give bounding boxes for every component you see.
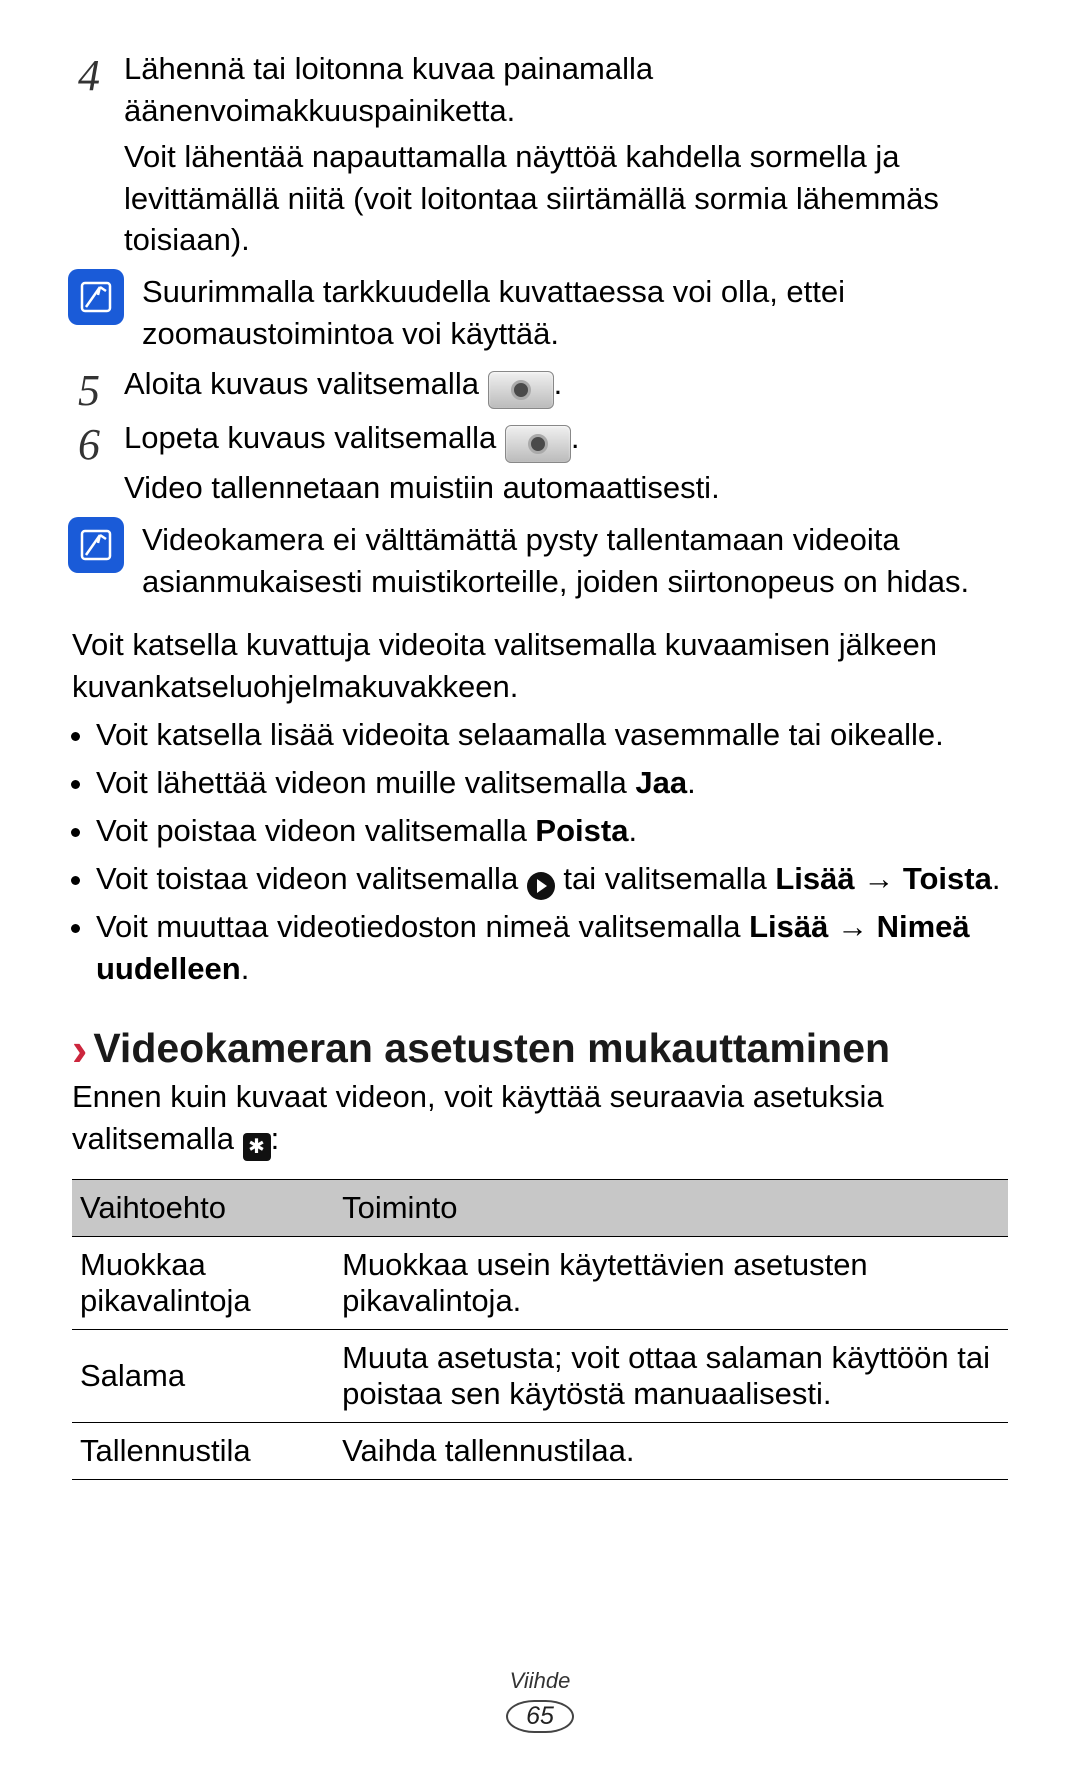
step-6-line-2: Video tallennetaan muistiin automaattise… xyxy=(124,467,1008,509)
table-header: Toiminto xyxy=(334,1180,1008,1237)
text: Voit poistaa videon valitsemalla xyxy=(96,813,535,848)
step-text: Aloita kuvaus valitsemalla . xyxy=(124,363,1008,413)
note-text: Videokamera ei välttämättä pysty tallent… xyxy=(142,517,1008,603)
step-5-post: . xyxy=(554,366,563,401)
heading-text: Videokameran asetusten mukauttaminen xyxy=(93,1025,890,1072)
section-heading: › Videokameran asetusten mukauttaminen xyxy=(72,1025,1008,1072)
record-icon xyxy=(488,371,554,409)
table-cell: Muokkaa usein käytettävien asetusten pik… xyxy=(334,1237,1008,1330)
step-number: 5 xyxy=(72,363,106,413)
play-icon xyxy=(527,872,555,900)
list-item: Voit lähettää videon muille valitsemalla… xyxy=(96,762,1008,804)
text: . xyxy=(992,861,1001,896)
manual-page: 4 Lähennä tai loitonna kuvaa painamalla … xyxy=(0,0,1080,1771)
table-row: Muokkaa pikavalintoja Muokkaa usein käyt… xyxy=(72,1237,1008,1330)
footer-section-label: Viihde xyxy=(0,1668,1080,1694)
text: . xyxy=(687,765,696,800)
bold-text: Poista xyxy=(535,813,628,848)
note-box: Suurimmalla tarkkuudella kuvattaessa voi… xyxy=(72,269,1008,355)
text: . xyxy=(628,813,637,848)
text: Voit lähettää videon muille valitsemalla xyxy=(96,765,635,800)
text: Ennen kuin kuvaat videon, voit käyttää s… xyxy=(72,1079,884,1156)
text: Voit muuttaa videotiedoston nimeä valits… xyxy=(96,909,749,944)
step-5: 5 Aloita kuvaus valitsemalla . xyxy=(72,363,1008,413)
table-cell: Muokkaa pikavalintoja xyxy=(72,1237,334,1330)
step-4-line-2: Voit lähentää napauttamalla näyttöä kahd… xyxy=(124,136,1008,262)
note-text: Suurimmalla tarkkuudella kuvattaessa voi… xyxy=(142,269,1008,355)
step-6-pre: Lopeta kuvaus valitsemalla xyxy=(124,420,505,455)
step-5-pre: Aloita kuvaus valitsemalla xyxy=(124,366,488,401)
list-item: Voit muuttaa videotiedoston nimeä valits… xyxy=(96,906,1008,990)
list-item: Voit katsella lisää videoita selaamalla … xyxy=(96,714,1008,756)
bold-text: Jaa xyxy=(635,765,687,800)
table-cell: Tallennustila xyxy=(72,1423,334,1480)
list-item: Voit toistaa videon valitsemalla tai val… xyxy=(96,858,1008,900)
text: tai valitsemalla xyxy=(563,861,775,896)
arrow: → xyxy=(855,861,903,896)
intro-text: Ennen kuin kuvaat videon, voit käyttää s… xyxy=(72,1076,1008,1161)
record-icon xyxy=(505,425,571,463)
step-number: 6 xyxy=(72,417,106,509)
bullet-list: Voit katsella lisää videoita selaamalla … xyxy=(72,714,1008,989)
page-footer: Viihde 65 xyxy=(0,1668,1080,1733)
table-header-row: Vaihtoehto Toiminto xyxy=(72,1180,1008,1237)
table-row: Tallennustila Vaihda tallennustilaa. xyxy=(72,1423,1008,1480)
text: Voit toistaa videon valitsemalla xyxy=(96,861,527,896)
step-6: 6 Lopeta kuvaus valitsemalla . Video tal… xyxy=(72,417,1008,509)
chevron-icon: › xyxy=(72,1026,87,1072)
settings-table: Vaihtoehto Toiminto Muokkaa pikavalintoj… xyxy=(72,1179,1008,1480)
table-cell: Muuta asetusta; voit ottaa salaman käytt… xyxy=(334,1330,1008,1423)
step-4-line-1: Lähennä tai loitonna kuvaa painamalla ää… xyxy=(124,48,1008,132)
settings-icon: ✱ xyxy=(243,1133,271,1161)
arrow: → xyxy=(828,909,876,944)
list-item: Voit poistaa videon valitsemalla Poista. xyxy=(96,810,1008,852)
text: : xyxy=(271,1121,280,1156)
bold-text: Toista xyxy=(903,861,992,896)
page-number: 65 xyxy=(506,1700,574,1733)
step-text: Lopeta kuvaus valitsemalla . Video talle… xyxy=(124,417,1008,509)
step-text: Lähennä tai loitonna kuvaa painamalla ää… xyxy=(124,48,1008,261)
table-row: Salama Muuta asetusta; voit ottaa salama… xyxy=(72,1330,1008,1423)
table-cell: Salama xyxy=(72,1330,334,1423)
text: . xyxy=(241,951,250,986)
bold-text: Lisää xyxy=(775,861,854,896)
step-number: 4 xyxy=(72,48,106,261)
note-box: Videokamera ei välttämättä pysty tallent… xyxy=(72,517,1008,603)
bold-text: Lisää xyxy=(749,909,828,944)
step-4: 4 Lähennä tai loitonna kuvaa painamalla … xyxy=(72,48,1008,261)
table-cell: Vaihda tallennustilaa. xyxy=(334,1423,1008,1480)
note-icon xyxy=(68,517,124,573)
paragraph: Voit katsella kuvattuja videoita valitse… xyxy=(72,624,1008,708)
note-icon xyxy=(68,269,124,325)
step-6-post: . xyxy=(571,420,580,455)
table-header: Vaihtoehto xyxy=(72,1180,334,1237)
